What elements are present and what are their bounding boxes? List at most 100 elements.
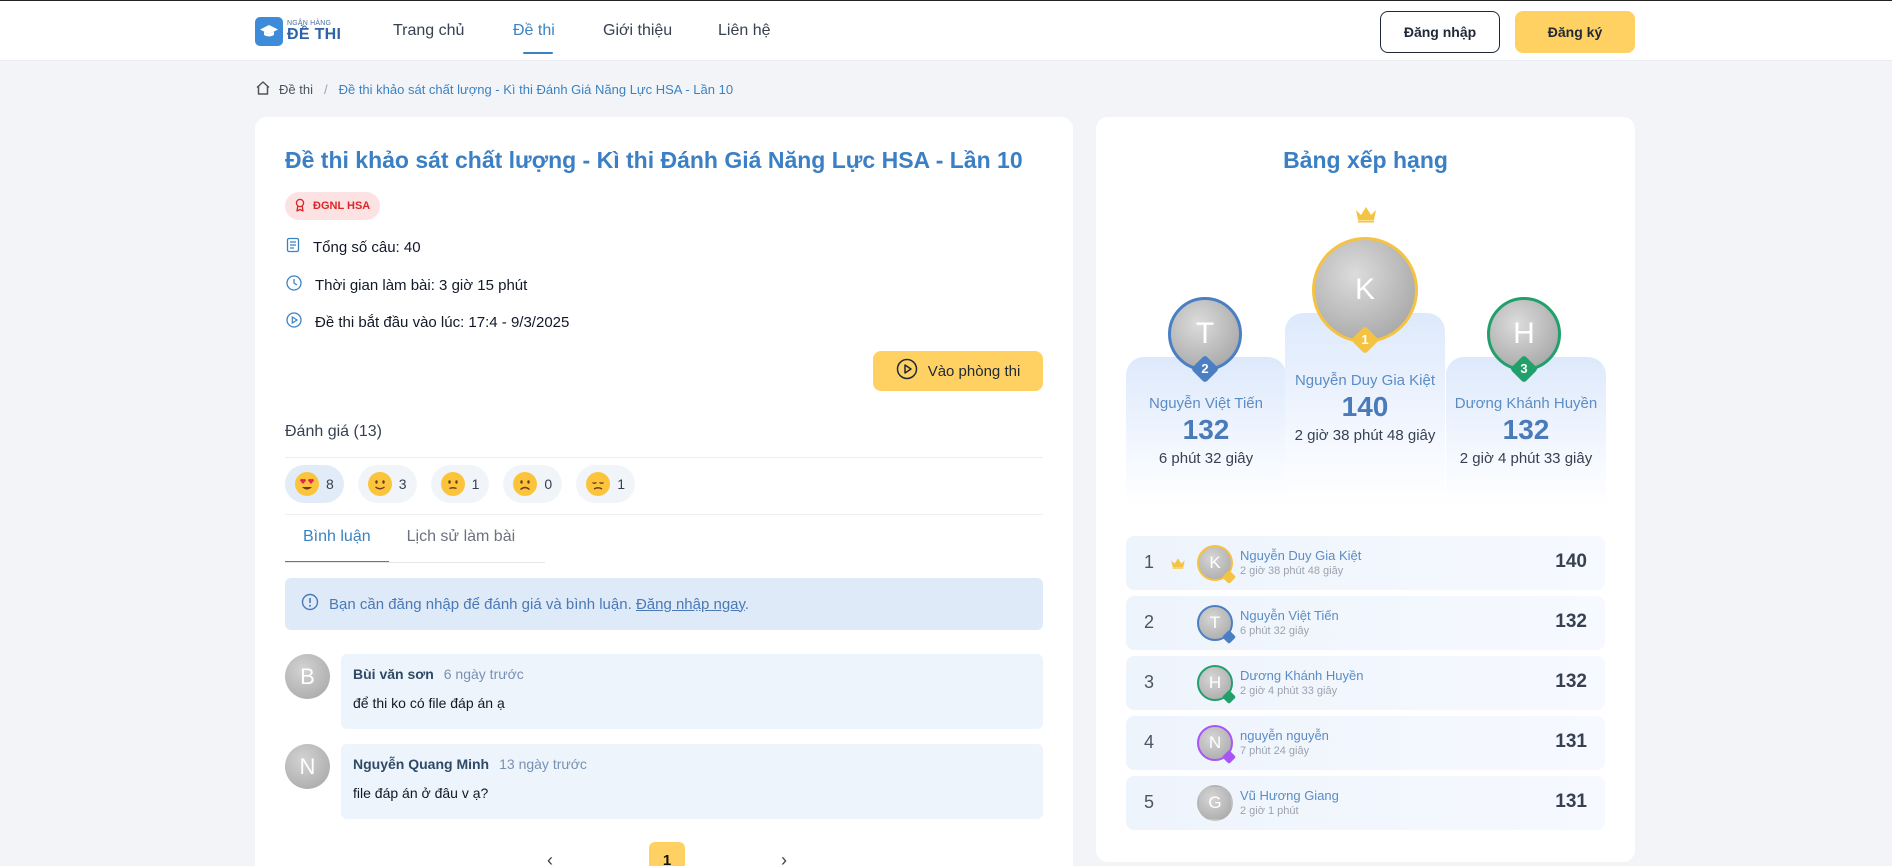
crown-icon: [1354, 205, 1378, 228]
duration-text: Thời gian làm bài: 3 giờ 15 phút: [315, 276, 528, 294]
exam-tag-label: ĐGNL HSA: [313, 200, 371, 212]
podium-time: 6 phút 32 giây: [1158, 450, 1254, 467]
podium-rank: 3: [1520, 361, 1528, 376]
row-name: Nguyễn Việt Tiến: [1240, 608, 1339, 623]
row-rank: 2: [1144, 612, 1155, 632]
podium-score: 140: [1341, 391, 1389, 422]
avatar: N: [285, 744, 330, 789]
breadcrumb: Đề thi / Đề thi khảo sát chất lượng - Kì…: [255, 80, 733, 99]
row-rank: 1: [1144, 552, 1155, 572]
reaction-smile[interactable]: 3: [357, 465, 417, 503]
row-rank: 3: [1144, 672, 1155, 692]
reaction-count: 8: [326, 476, 334, 492]
podium: T 2 Nguyễn Việt Tiến 132 6 phút 32 giây …: [1096, 117, 1635, 537]
info-icon: [301, 593, 319, 615]
top-navbar: NGÂN HÀNG ĐỀ THI Trang chủ Đề thi Giới t…: [0, 0, 1892, 61]
leaderboard-row[interactable]: 3 H Dương Khánh Huyền 2 giờ 4 phút 33 gi…: [1126, 656, 1605, 710]
home-icon[interactable]: [255, 80, 271, 99]
breadcrumb-current: Đề thi khảo sát chất lượng - Kì thi Đánh…: [338, 82, 734, 97]
leaderboard-row[interactable]: 4 N nguyễn nguyễn 7 phút 24 giây 131: [1126, 716, 1605, 770]
exam-tag-badge: ĐGNL HSA: [285, 192, 381, 220]
row-time: 2 giờ 1 phút: [1240, 805, 1299, 817]
pagination: ‹ 1 ›: [535, 842, 799, 866]
site-logo[interactable]: NGÂN HÀNG ĐỀ THI: [255, 17, 341, 46]
leaderboard-card: Bảng xếp hạng T 2 Nguyễn Việt Tiến 132 6…: [1096, 117, 1635, 862]
total-questions-text: Tổng số câu: 40: [313, 238, 421, 256]
row-rank: 4: [1144, 732, 1155, 752]
row-name: Dương Khánh Huyền: [1240, 668, 1364, 683]
tabs-underline: [285, 562, 545, 563]
graduation-cap-icon: [255, 17, 283, 46]
frowning-emoji-icon: [513, 472, 538, 496]
podium-name: Nguyễn Duy Gia Kiệt: [1294, 372, 1436, 389]
leaderboard-row[interactable]: 5 G Vũ Hương Giang 2 giờ 1 phút 131: [1126, 776, 1605, 830]
row-score: 132: [1555, 611, 1587, 632]
row-rank: 5: [1144, 792, 1155, 812]
row-name: Vũ Hương Giang: [1240, 788, 1339, 803]
leaderboard-row[interactable]: 1 K Nguyễn Duy Gia Kiệt 2 giờ 38 phút 48…: [1126, 536, 1605, 590]
podium-rank: 2: [1201, 361, 1209, 376]
play-circle-icon: [285, 311, 303, 333]
logo-big-text: ĐỀ THI: [287, 26, 342, 43]
reaction-count: 1: [617, 476, 625, 492]
enter-exam-label: Vào phòng thi: [927, 362, 1021, 380]
reaction-frowning[interactable]: 0: [503, 465, 563, 503]
nav-contact[interactable]: Liên hệ: [718, 1, 778, 61]
breadcrumb-exams-link[interactable]: Đề thi: [279, 82, 313, 97]
enter-exam-button[interactable]: Vào phòng thi: [873, 351, 1043, 391]
breadcrumb-separator: /: [323, 82, 328, 97]
divider: [285, 514, 1043, 515]
row-score: 131: [1555, 731, 1587, 752]
rating-title: Đánh giá (13): [285, 423, 382, 440]
comment-bubble: Bùi văn sơn 6 ngày trước để thi ko có fil…: [341, 654, 1043, 729]
comment-text: để thi ko có file đáp án ạ: [353, 695, 505, 711]
tab-history[interactable]: Lịch sử làm bài: [389, 517, 534, 563]
podium-name: Dương Khánh Huyền: [1454, 395, 1598, 412]
page-button-current[interactable]: 1: [649, 842, 685, 866]
play-circle-icon: [896, 358, 918, 384]
podium-score: 132: [1182, 414, 1230, 445]
reaction-slightly-frowning[interactable]: 1: [430, 465, 490, 503]
reaction-heart-eyes[interactable]: 8: [285, 465, 344, 503]
exam-detail-card: Đề thi khảo sát chất lượng - Kì thi Đánh…: [255, 117, 1073, 866]
start-time-text: Đề thi bắt đầu vào lúc: 17:4 - 9/3/2025: [315, 313, 570, 331]
start-time-row: Đề thi bắt đầu vào lúc: 17:4 - 9/3/2025: [285, 311, 569, 333]
podium-name: Nguyễn Việt Tiến: [1149, 395, 1263, 412]
podium-time: 2 giờ 4 phút 33 giây: [1459, 450, 1593, 467]
next-page-button[interactable]: ›: [769, 850, 799, 866]
tab-comments[interactable]: Bình luận: [285, 517, 389, 563]
duration-row: Thời gian làm bài: 3 giờ 15 phút: [285, 274, 527, 296]
leaderboard-row[interactable]: 2 T Nguyễn Việt Tiến 6 phút 32 giây 132: [1126, 596, 1605, 650]
podium-rank: 1: [1361, 332, 1369, 347]
nav-home[interactable]: Trang chủ: [393, 1, 479, 61]
main-nav: Trang chủ Đề thi Giới thiệu Liên hệ: [393, 1, 778, 61]
total-questions-row: Tổng số câu: 40: [285, 237, 421, 257]
heart-eyes-emoji-icon: [295, 472, 319, 496]
nav-exams[interactable]: Đề thi: [513, 1, 563, 61]
register-button[interactable]: Đăng ký: [1515, 11, 1635, 53]
comment-author[interactable]: Nguyễn Quang Minh: [353, 756, 489, 772]
reaction-count: 3: [398, 476, 407, 492]
alert-text: Bạn cần đăng nhập để đánh giá và bình lu…: [329, 595, 632, 613]
clock-icon: [285, 274, 303, 296]
alert-suffix: .: [744, 595, 750, 613]
avatar: B: [285, 654, 330, 699]
login-now-link[interactable]: Đăng nhập ngay: [636, 596, 745, 613]
comment-author[interactable]: Bùi văn sơn: [353, 666, 434, 682]
book-icon: [285, 237, 301, 257]
comment-tabs: Bình luận Lịch sử làm bài: [285, 517, 533, 563]
podium-time: 2 giờ 38 phút 48 giây: [1294, 427, 1436, 444]
crown-icon: [1170, 556, 1186, 574]
row-time: 6 phút 32 giây: [1240, 625, 1310, 637]
slightly-frowning-emoji-icon: [440, 472, 465, 496]
comment-bubble: Nguyễn Quang Minh 13 ngày trước file đáp …: [341, 744, 1043, 819]
disappointed-emoji-icon: [586, 472, 611, 496]
row-score: 140: [1555, 551, 1587, 572]
podium-score: 132: [1502, 414, 1550, 445]
award-icon: [293, 198, 307, 215]
login-button[interactable]: Đăng nhập: [1380, 11, 1500, 53]
reaction-disappointed[interactable]: 1: [576, 465, 635, 503]
prev-page-button[interactable]: ‹: [535, 850, 565, 866]
nav-about[interactable]: Giới thiệu: [603, 1, 683, 61]
avatar: G: [1197, 785, 1233, 821]
